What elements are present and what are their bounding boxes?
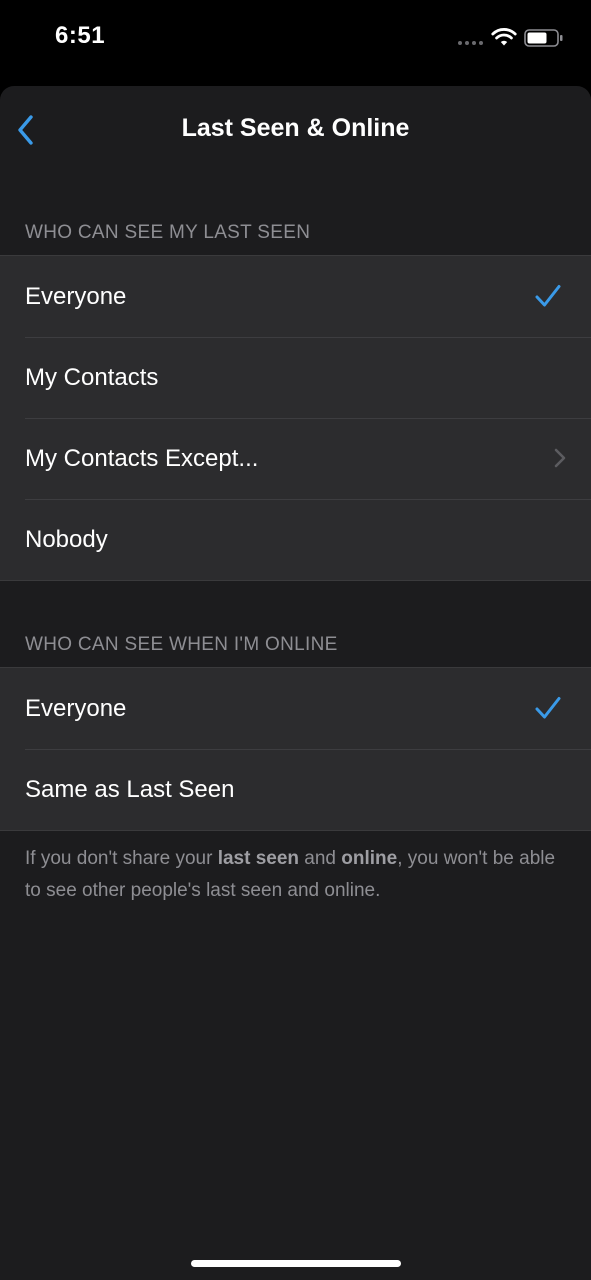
- option-my-contacts[interactable]: My Contacts: [0, 337, 591, 418]
- online-options: Everyone Same as Last Seen: [0, 667, 591, 831]
- signal-dots-icon: [458, 41, 484, 47]
- option-label: Nobody: [25, 526, 108, 553]
- checkmark-icon: [535, 697, 561, 719]
- navigation-bar: Last Seen & Online: [0, 86, 591, 174]
- section-header-last-seen: WHO CAN SEE MY LAST SEEN: [25, 222, 311, 243]
- battery-icon: [524, 29, 563, 47]
- option-nobody[interactable]: Nobody: [0, 499, 591, 580]
- chevron-right-icon: [554, 448, 566, 468]
- footer-bold-last-seen: last seen: [217, 848, 300, 869]
- footer-bold-online: online: [341, 848, 398, 869]
- status-time: 6:51: [55, 22, 106, 49]
- footer-text: and: [299, 848, 342, 869]
- option-my-contacts-except[interactable]: My Contacts Except...: [0, 418, 591, 499]
- option-label: Everyone: [25, 283, 127, 310]
- footer-note: If you don't share your last seen and on…: [25, 843, 570, 907]
- status-bar: 6:51: [0, 0, 591, 86]
- page-title: Last Seen & Online: [181, 114, 410, 142]
- option-label: My Contacts Except...: [25, 445, 259, 472]
- footer-text: If you don't share your: [25, 848, 218, 869]
- option-label: Everyone: [25, 695, 127, 722]
- online-option-everyone[interactable]: Everyone: [0, 668, 591, 749]
- option-label: My Contacts: [25, 364, 159, 391]
- section-header-online: WHO CAN SEE WHEN I'M ONLINE: [25, 634, 338, 655]
- option-everyone[interactable]: Everyone: [0, 256, 591, 337]
- wifi-icon: [491, 28, 517, 46]
- online-option-same-as-last-seen[interactable]: Same as Last Seen: [0, 749, 591, 830]
- checkmark-icon: [535, 285, 561, 307]
- option-label: Same as Last Seen: [25, 776, 235, 803]
- settings-sheet: Last Seen & Online WHO CAN SEE MY LAST S…: [0, 86, 591, 1280]
- last-seen-options: Everyone My Contacts My Contacts Except.…: [0, 255, 591, 581]
- home-indicator: [191, 1260, 401, 1267]
